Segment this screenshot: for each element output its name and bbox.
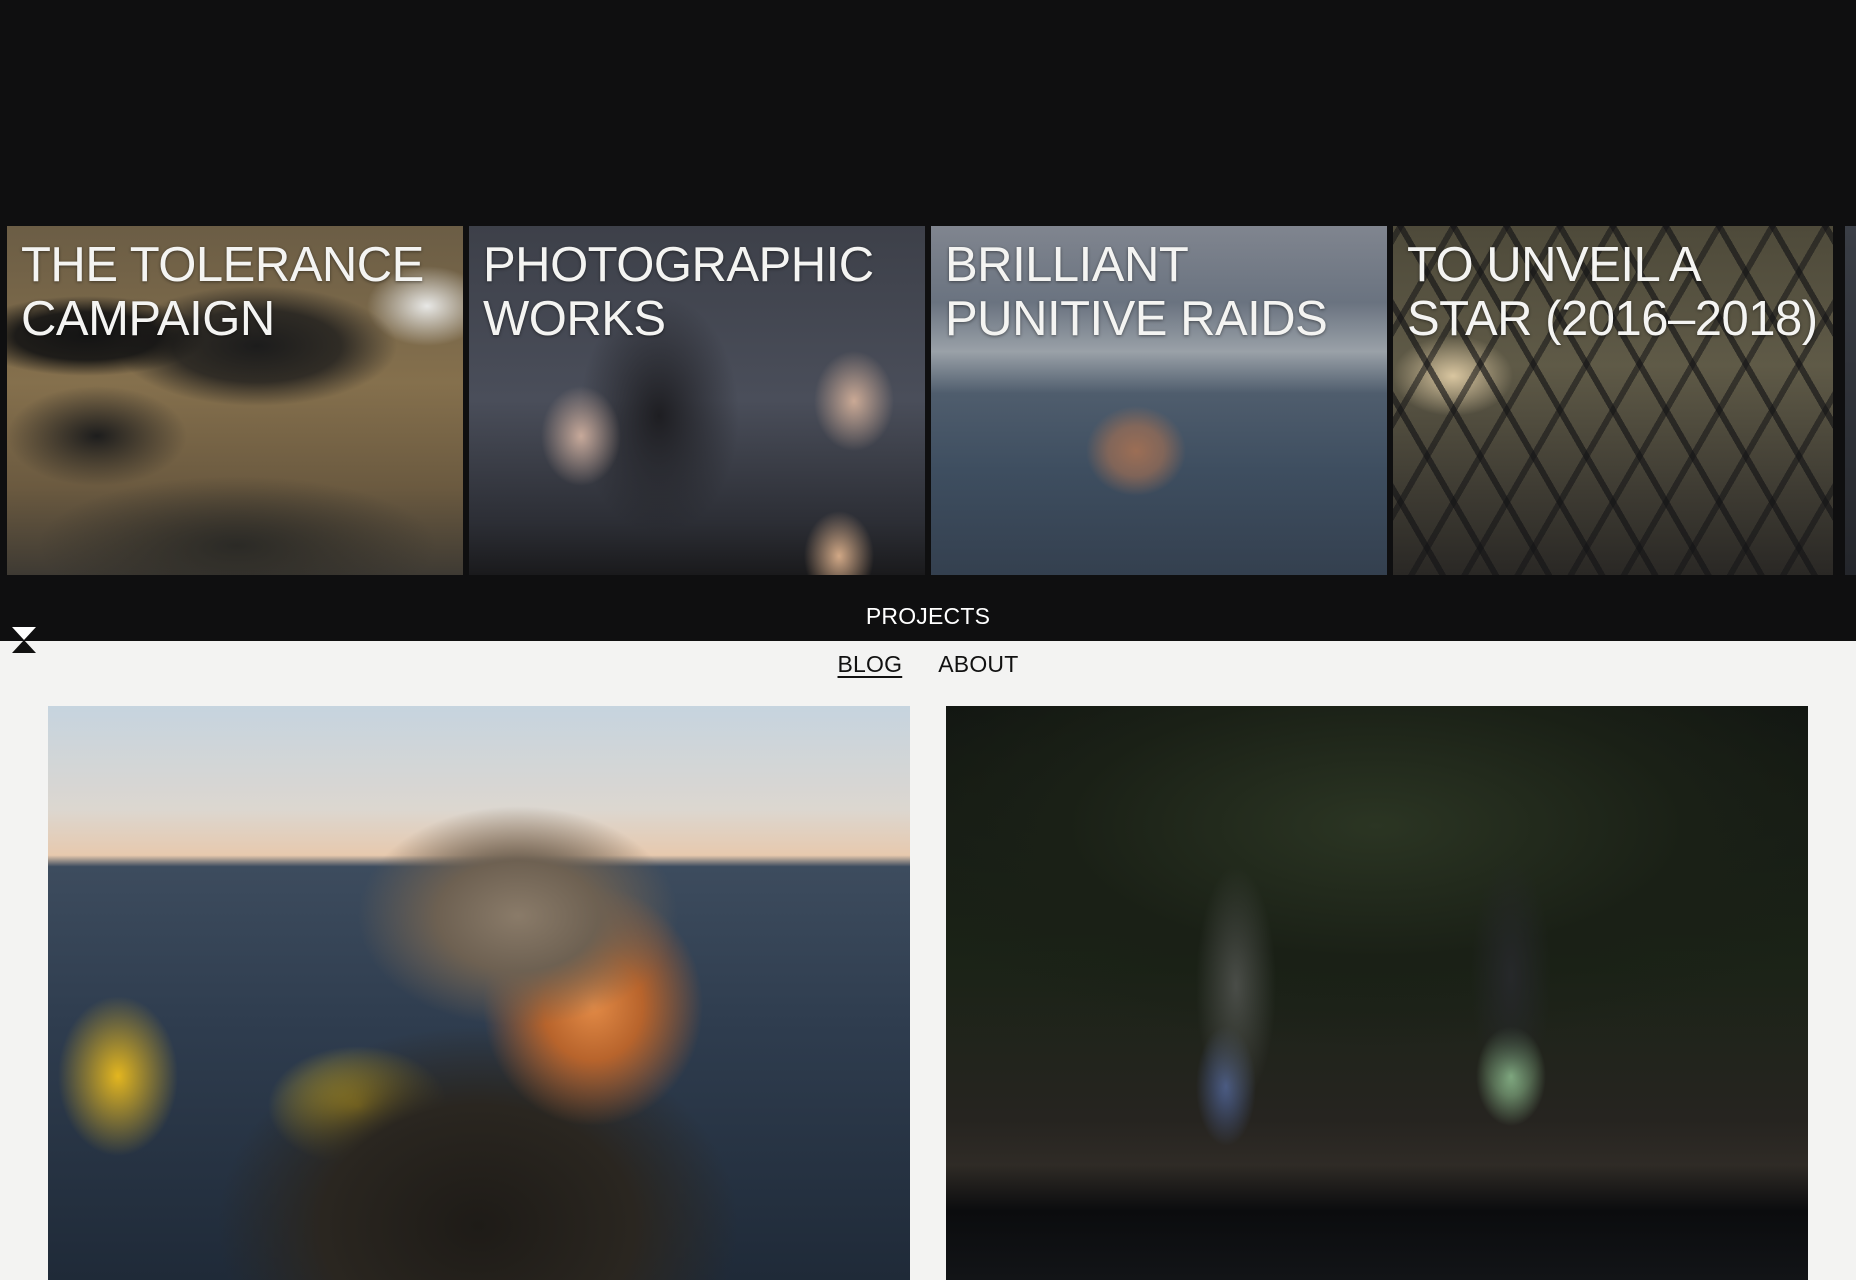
nav-about-link[interactable]: ABOUT bbox=[938, 650, 1018, 680]
main-nav: BLOG ABOUT bbox=[0, 650, 1856, 680]
project-card-partial[interactable] bbox=[1845, 226, 1856, 575]
page: THE TOLERANCE CAMPAIGN PHOTOGRAPHIC WORK… bbox=[0, 0, 1856, 1280]
project-card-title: THE TOLERANCE CAMPAIGN bbox=[21, 238, 424, 346]
project-card-title: PHOTOGRAPHIC WORKS bbox=[483, 238, 874, 346]
project-card-to-unveil-a-star[interactable]: TO UNVEIL A STAR (2016–2018) bbox=[1393, 226, 1833, 575]
nav-projects-link[interactable]: PROJECTS bbox=[0, 602, 1856, 630]
blog-photo-content bbox=[946, 706, 1808, 1280]
blog-post-image-sailor[interactable] bbox=[48, 706, 910, 1280]
project-card-photographic-works[interactable]: PHOTOGRAPHIC WORKS bbox=[469, 226, 925, 575]
project-cards: THE TOLERANCE CAMPAIGN PHOTOGRAPHIC WORK… bbox=[0, 226, 1856, 575]
blog-post-image-two-men[interactable] bbox=[946, 706, 1808, 1280]
project-card-title: TO UNVEIL A STAR (2016–2018) bbox=[1407, 238, 1818, 346]
nav-blog-link[interactable]: BLOG bbox=[838, 650, 903, 680]
project-card-brilliant-punitive-raids[interactable]: BRILLIANT PUNITIVE RAIDS bbox=[931, 226, 1387, 575]
project-card-the-tolerance-campaign[interactable]: THE TOLERANCE CAMPAIGN bbox=[7, 226, 463, 575]
project-card-title: BRILLIANT PUNITIVE RAIDS bbox=[945, 238, 1328, 346]
blog-photo-content bbox=[48, 706, 910, 1280]
